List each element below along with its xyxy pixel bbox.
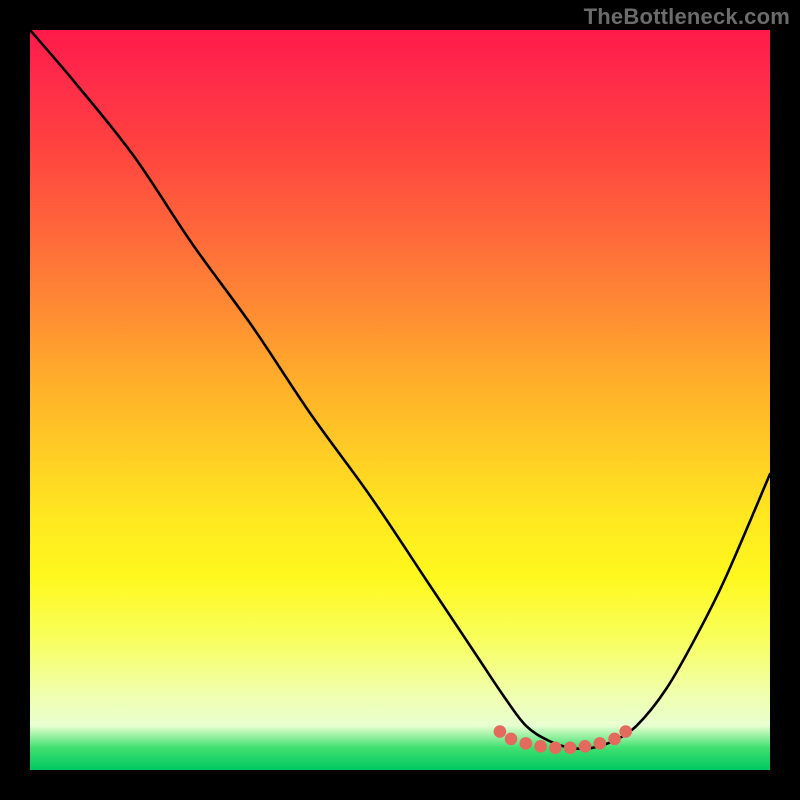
curve-dot [549, 742, 562, 755]
curve-dot [505, 733, 518, 746]
curve-dots [494, 725, 632, 754]
chart-overlay [30, 30, 770, 770]
chart-frame: TheBottleneck.com [0, 0, 800, 800]
curve-dot [534, 740, 547, 753]
curve-dot [494, 725, 507, 738]
curve-dot [608, 733, 621, 746]
curve-dot [594, 737, 607, 750]
plot-area [30, 30, 770, 770]
curve-dot [564, 742, 577, 755]
curve-dot [619, 725, 632, 738]
curve-dot [520, 737, 533, 750]
watermark-text: TheBottleneck.com [584, 4, 790, 30]
curve-dot [579, 740, 592, 753]
bottleneck-curve [30, 30, 770, 749]
